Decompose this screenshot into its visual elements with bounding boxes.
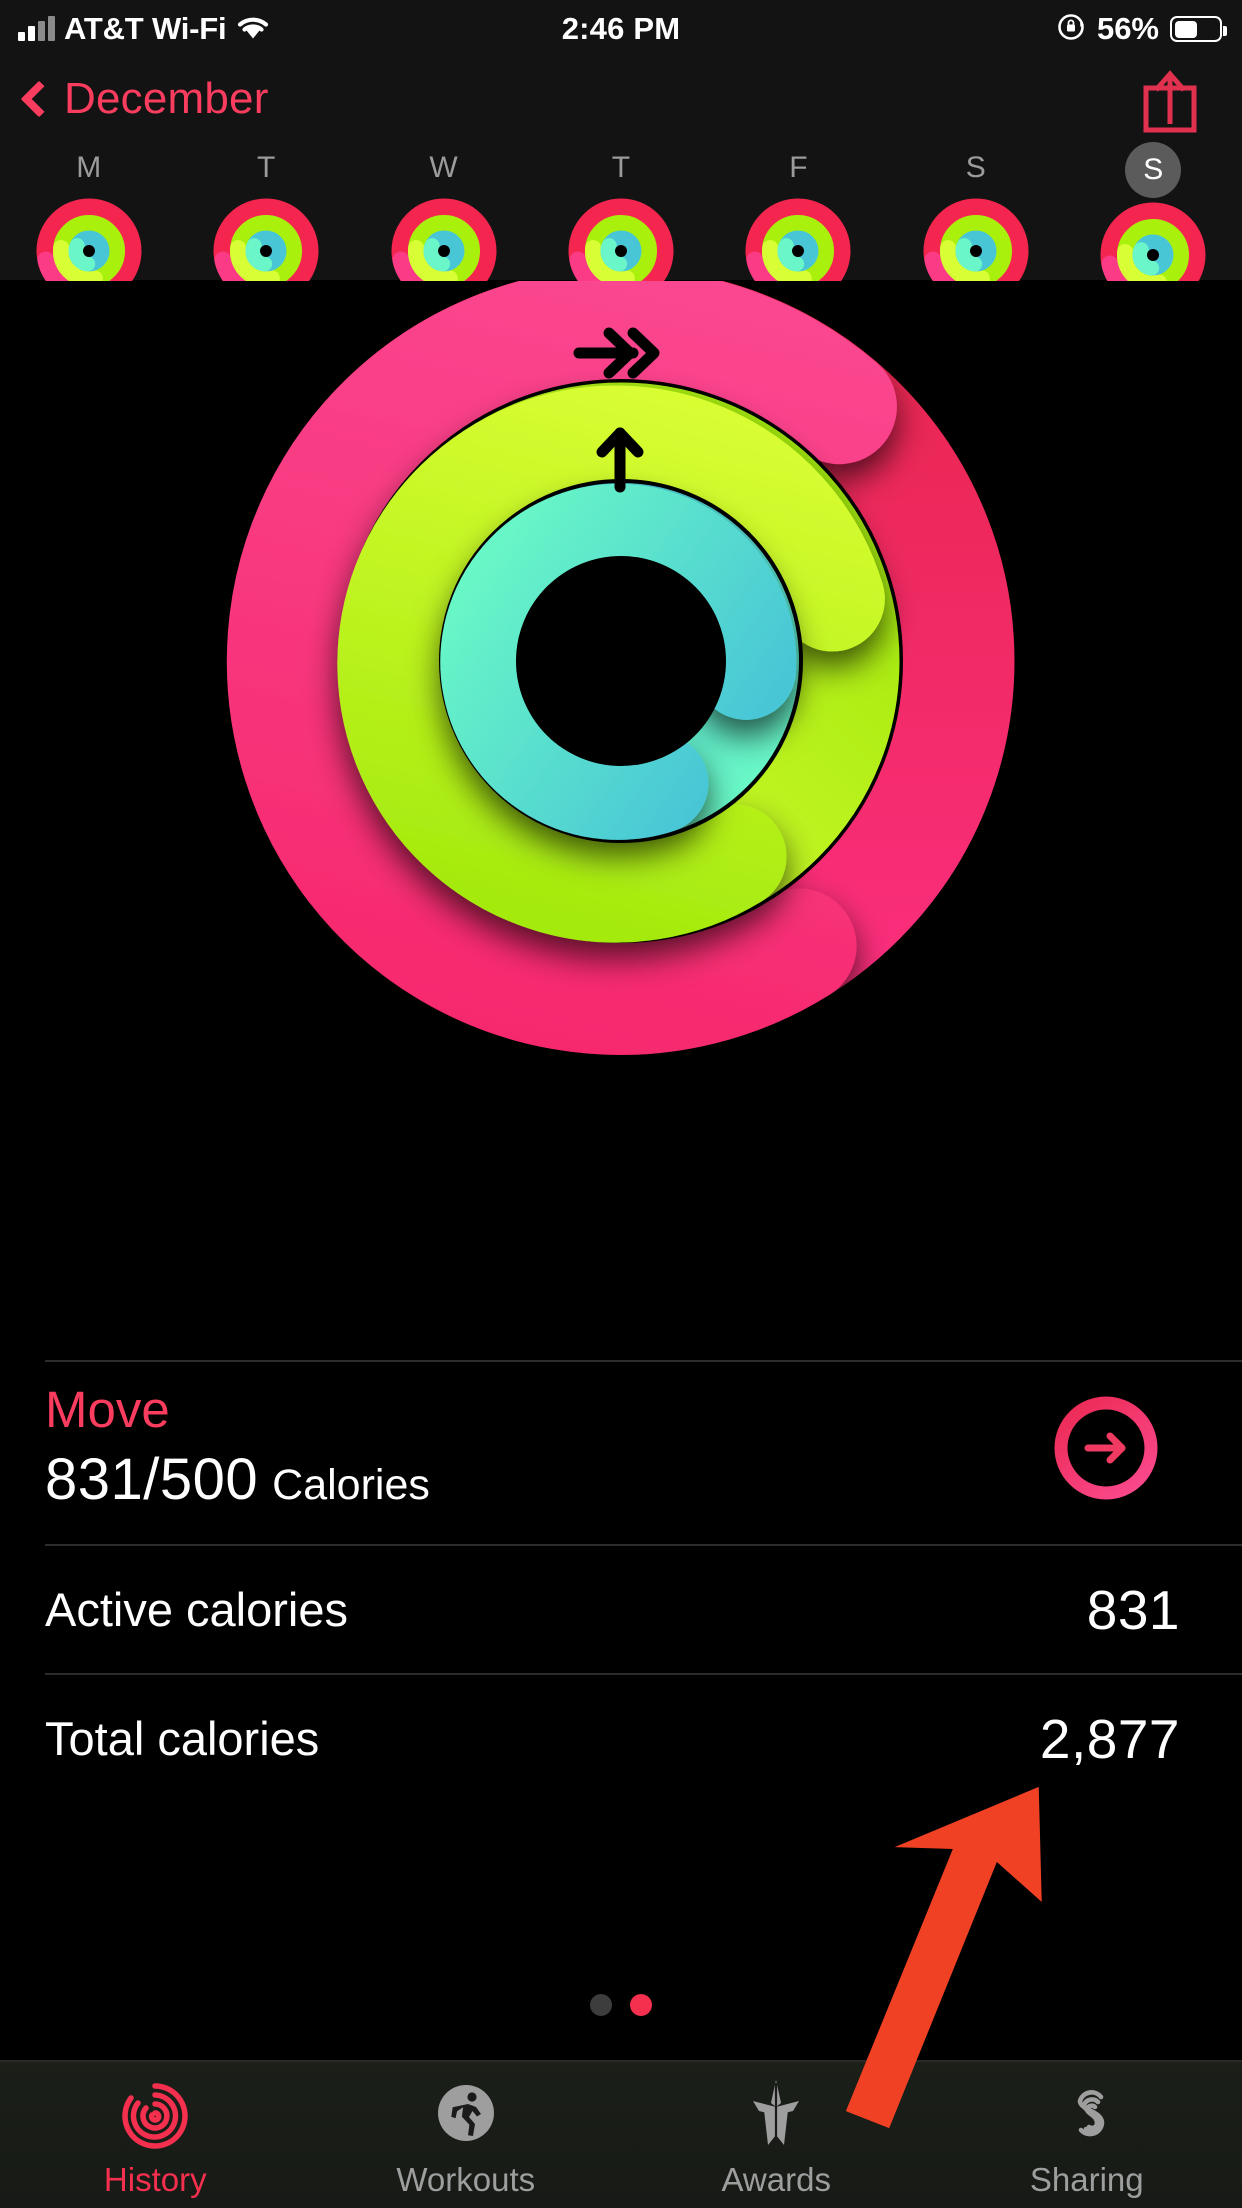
- running-person-icon: [427, 2077, 505, 2155]
- battery-percent-label: 56%: [1096, 11, 1159, 46]
- week-strip: MTWTFSS: [0, 142, 1242, 308]
- rotation-lock-icon: [1056, 12, 1086, 47]
- back-button-label: December: [64, 74, 269, 123]
- share-button[interactable]: [1138, 68, 1202, 136]
- tab-label: History: [103, 2161, 207, 2198]
- week-day-label: T: [611, 151, 631, 184]
- stat-label: Active calories: [45, 1583, 348, 1636]
- tab-label: Workouts: [396, 2161, 536, 2198]
- page-dot-1[interactable]: [630, 1994, 652, 2016]
- move-value: 831/500: [45, 1447, 259, 1512]
- chevron-left-icon: [20, 80, 58, 118]
- stat-row-total-calories: Total calories 2,877: [0, 1675, 1242, 1802]
- share-icon: [1138, 68, 1202, 136]
- move-unit: Calories: [272, 1461, 430, 1509]
- arrow-right-circle-icon: [1052, 1396, 1160, 1506]
- page-indicator[interactable]: [0, 1994, 1242, 2016]
- activity-app-screen: AT&T Wi-Fi 2:46 PM 56% December M T W T …: [0, 0, 1242, 2208]
- week-day-label: S: [965, 151, 986, 184]
- sharing-s-icon: [1048, 2077, 1126, 2155]
- week-day-label: W: [429, 151, 458, 184]
- tab-bar: History Workouts Awards Sharing: [0, 2060, 1242, 2208]
- move-detail-button[interactable]: [1052, 1394, 1160, 1502]
- summary-section: Move 831/500 Calories Active calories 83…: [0, 1360, 1242, 2086]
- activity-rings-stage[interactable]: [0, 281, 1242, 1361]
- week-day-label: F: [789, 151, 808, 184]
- stat-row-active-calories: Active calories 831: [0, 1546, 1242, 1673]
- tab-awards[interactable]: Awards: [621, 2062, 932, 2208]
- activity-rings-icon: [116, 2077, 194, 2155]
- back-button[interactable]: December: [20, 68, 269, 130]
- move-summary-row[interactable]: Move 831/500 Calories: [0, 1362, 1242, 1544]
- tab-label: Awards: [721, 2161, 831, 2198]
- week-day-label: M: [76, 151, 102, 184]
- battery-icon: [1170, 16, 1227, 42]
- activity-rings-large: [226, 281, 1015, 1055]
- stat-value: 2,877: [1039, 1707, 1180, 1770]
- tab-workouts[interactable]: Workouts: [311, 2062, 622, 2208]
- nav-bar: December: [0, 58, 1242, 142]
- tab-label: Sharing: [1029, 2161, 1144, 2198]
- status-bar: AT&T Wi-Fi 2:46 PM 56%: [0, 0, 1242, 58]
- stat-label: Total calories: [45, 1712, 320, 1765]
- status-bar-right: 56%: [1056, 0, 1227, 58]
- tab-history[interactable]: History: [0, 2062, 311, 2208]
- page-dot-0[interactable]: [590, 1994, 612, 2016]
- tab-sharing[interactable]: Sharing: [932, 2062, 1242, 2208]
- clock-label: 2:46 PM: [561, 11, 681, 46]
- week-day-label: T: [256, 151, 276, 184]
- stat-value: 831: [1086, 1578, 1180, 1641]
- week-day-label-today: S: [1125, 142, 1182, 198]
- award-star-icon: [737, 2077, 815, 2155]
